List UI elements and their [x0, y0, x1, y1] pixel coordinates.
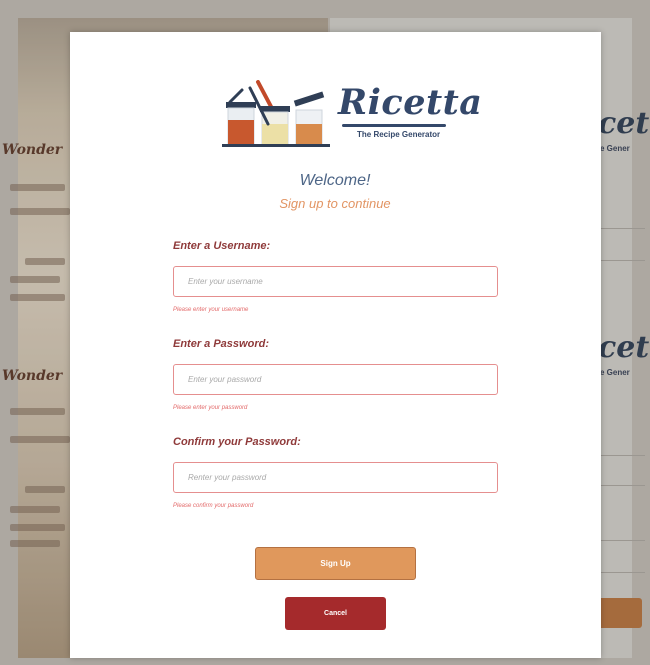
- logo-underline: [342, 124, 446, 127]
- welcome-heading: Welcome!: [299, 172, 371, 189]
- logo-title: Ricetta: [338, 82, 483, 123]
- username-error: Please enter your username: [173, 307, 249, 313]
- signup-subtitle: Sign up to continue: [279, 196, 391, 211]
- password-error: Please enter your password: [173, 405, 248, 411]
- username-input[interactable]: [173, 266, 498, 297]
- password-label: Enter a Password:: [173, 338, 269, 350]
- logo-tagline: The Recipe Generator: [357, 130, 441, 139]
- confirm-password-label: Confirm your Password:: [173, 436, 301, 448]
- cancel-button[interactable]: Cancel: [285, 597, 386, 630]
- signup-button[interactable]: Sign Up: [255, 547, 416, 580]
- username-label: Enter a Username:: [173, 240, 271, 252]
- password-input[interactable]: [173, 364, 498, 395]
- confirm-password-error: Please confirm your password: [173, 503, 254, 509]
- confirm-password-input[interactable]: [173, 462, 498, 493]
